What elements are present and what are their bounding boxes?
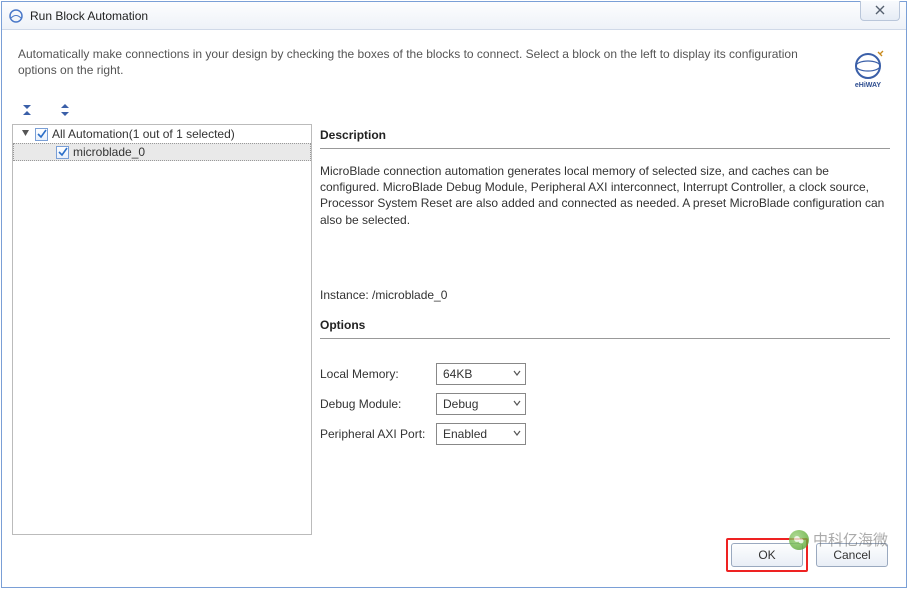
description-heading: Description: [320, 124, 890, 148]
description-body: MicroBlade connection automation generat…: [320, 163, 890, 228]
options-heading: Options: [320, 314, 890, 338]
chevron-down-icon: [513, 368, 521, 379]
window-title: Run Block Automation: [30, 9, 148, 23]
chevron-down-icon: [513, 398, 521, 409]
main-split: All Automation(1 out of 1 selected) micr…: [10, 122, 898, 535]
ok-highlight: OK: [726, 538, 808, 572]
close-icon: [874, 4, 886, 18]
header-description: Automatically make connections in your d…: [18, 46, 846, 78]
svg-text:eHiWAY: eHiWAY: [855, 82, 882, 89]
tree-root-checkbox[interactable]: [35, 128, 48, 141]
tree-root-label: All Automation(1 out of 1 selected): [52, 127, 235, 141]
debug-module-label: Debug Module:: [320, 397, 436, 411]
cancel-button[interactable]: Cancel: [816, 543, 888, 567]
collapse-all-button[interactable]: [16, 102, 38, 118]
peripheral-axi-label: Peripheral AXI Port:: [320, 427, 436, 441]
divider: [320, 148, 890, 149]
instance-line: Instance: /microblade_0: [320, 288, 890, 302]
tree-root-row[interactable]: All Automation(1 out of 1 selected): [13, 125, 311, 143]
local-memory-select[interactable]: 64KB: [436, 363, 526, 385]
local-memory-value: 64KB: [443, 367, 472, 381]
tree-child-checkbox[interactable]: [56, 146, 69, 159]
divider: [320, 338, 890, 339]
chevron-down-icon: [513, 428, 521, 439]
footer: OK Cancel: [10, 535, 898, 579]
peripheral-axi-value: Enabled: [443, 427, 487, 441]
titlebar: Run Block Automation: [2, 2, 906, 30]
local-memory-label: Local Memory:: [320, 367, 436, 381]
ok-button-label: OK: [758, 548, 775, 562]
peripheral-axi-select[interactable]: Enabled: [436, 423, 526, 445]
options-grid: Local Memory: 64KB Debug Module: Debug: [320, 363, 890, 445]
app-icon: [8, 8, 24, 24]
tree-child-label: microblade_0: [73, 145, 145, 159]
content: Automatically make connections in your d…: [2, 30, 906, 587]
toolbar: [10, 98, 898, 122]
expand-all-button[interactable]: [54, 102, 76, 118]
ok-button[interactable]: OK: [731, 543, 803, 567]
debug-module-select[interactable]: Debug: [436, 393, 526, 415]
tree-panel[interactable]: All Automation(1 out of 1 selected) micr…: [12, 124, 312, 535]
tree-collapse-icon[interactable]: [19, 127, 31, 141]
header-row: Automatically make connections in your d…: [10, 38, 898, 98]
dialog-window: Run Block Automation Automatically make …: [1, 1, 907, 588]
cancel-button-label: Cancel: [833, 548, 870, 562]
debug-module-value: Debug: [443, 397, 478, 411]
close-button[interactable]: [860, 1, 900, 21]
tree-child-row[interactable]: microblade_0: [13, 143, 311, 161]
vendor-logo: eHiWAY: [846, 46, 890, 90]
right-panel: Description MicroBlade connection automa…: [320, 124, 896, 535]
